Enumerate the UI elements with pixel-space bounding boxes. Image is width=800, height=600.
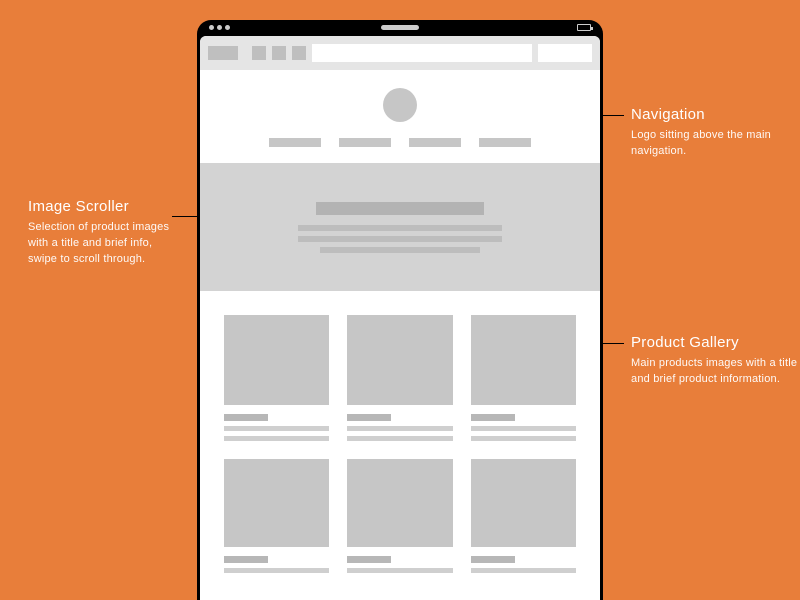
image-scroller[interactable] — [200, 163, 600, 291]
product-text-placeholder — [347, 436, 452, 441]
product-card[interactable] — [347, 315, 452, 441]
product-text-placeholder — [471, 436, 576, 441]
product-text-placeholder — [347, 426, 452, 431]
product-text-placeholder — [471, 568, 576, 573]
product-card[interactable] — [224, 459, 329, 573]
chrome-button[interactable] — [208, 46, 238, 60]
battery-icon — [577, 24, 591, 31]
product-title-placeholder — [347, 556, 391, 563]
product-text-placeholder — [224, 426, 329, 431]
speaker-icon — [381, 25, 419, 30]
url-bar[interactable] — [312, 44, 532, 62]
product-thumb — [471, 459, 576, 547]
annotation-product-gallery: Product Gallery Main products images wit… — [631, 334, 800, 388]
product-card[interactable] — [471, 315, 576, 441]
product-title-placeholder — [471, 414, 515, 421]
product-thumb — [471, 315, 576, 405]
screen — [200, 36, 600, 600]
annotation-image-scroller: Image Scroller Selection of product imag… — [28, 198, 178, 268]
product-thumb — [347, 459, 452, 547]
product-title-placeholder — [347, 414, 391, 421]
annotation-title: Navigation — [631, 106, 800, 123]
product-title-placeholder — [471, 556, 515, 563]
nav-link[interactable] — [479, 138, 531, 147]
product-thumb — [224, 315, 329, 405]
product-card[interactable] — [471, 459, 576, 573]
chrome-button[interactable] — [252, 46, 266, 60]
product-text-placeholder — [224, 436, 329, 441]
signal-dots-icon — [209, 25, 230, 30]
product-card[interactable] — [347, 459, 452, 573]
product-thumb — [224, 459, 329, 547]
product-text-placeholder — [347, 568, 452, 573]
nav-link[interactable] — [339, 138, 391, 147]
product-text-placeholder — [471, 426, 576, 431]
annotation-title: Image Scroller — [28, 198, 178, 215]
browser-chrome — [200, 36, 600, 70]
product-thumb — [347, 315, 452, 405]
product-title-placeholder — [224, 556, 268, 563]
annotation-desc: Selection of product images with a title… — [28, 220, 178, 268]
product-gallery — [200, 291, 600, 573]
nav-link[interactable] — [409, 138, 461, 147]
scroller-title-placeholder — [316, 202, 484, 215]
nav-links — [269, 138, 531, 147]
nav-link[interactable] — [269, 138, 321, 147]
annotation-navigation: Navigation Logo sitting above the main n… — [631, 106, 800, 160]
device-frame — [197, 20, 603, 600]
chrome-button[interactable] — [292, 46, 306, 60]
annotation-desc: Main products images with a title and br… — [631, 356, 800, 388]
product-text-placeholder — [224, 568, 329, 573]
status-bar — [197, 20, 603, 36]
chrome-button[interactable] — [538, 44, 592, 62]
product-title-placeholder — [224, 414, 268, 421]
navigation-section — [200, 70, 600, 163]
annotation-desc: Logo sitting above the main navigation. — [631, 128, 800, 160]
scroller-text-placeholder — [298, 225, 502, 253]
product-card[interactable] — [224, 315, 329, 441]
annotation-title: Product Gallery — [631, 334, 800, 351]
chrome-button[interactable] — [272, 46, 286, 60]
logo-icon[interactable] — [383, 88, 417, 122]
